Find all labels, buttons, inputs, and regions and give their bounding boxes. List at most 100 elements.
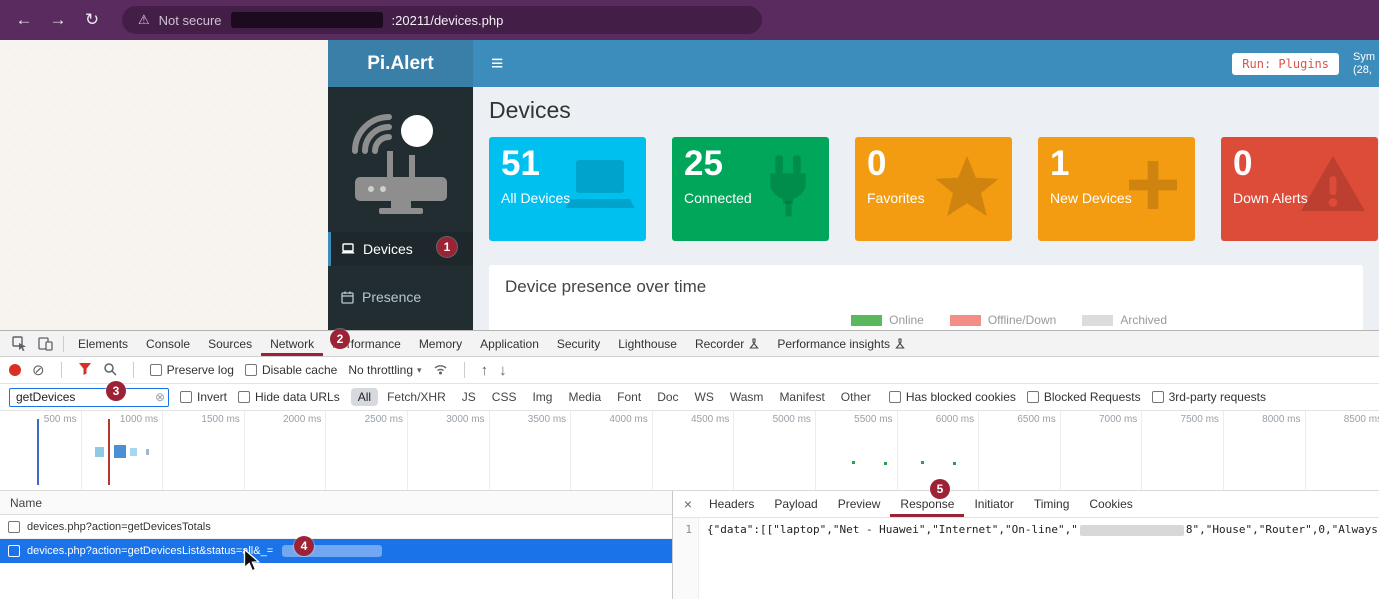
filter-type-other[interactable]: Other	[834, 388, 878, 406]
warning-triangle-icon	[1298, 153, 1368, 222]
sidebar-item-presence[interactable]: Presence	[328, 280, 473, 314]
tab-label: Lighthouse	[618, 337, 677, 351]
redacted-host	[231, 12, 383, 28]
network-filterbar: ⊗ Invert Hide data URLs All Fetch/XHR JS…	[0, 384, 1379, 411]
device-toolbar-icon[interactable]	[32, 331, 58, 356]
disable-cache-checkbox[interactable]: Disable cache	[245, 363, 337, 377]
annotation-step-5: 5	[930, 479, 950, 499]
tab-label: Network	[270, 337, 314, 351]
hide-data-urls-checkbox[interactable]: Hide data URLs	[238, 390, 340, 404]
back-icon[interactable]: ←	[14, 10, 34, 30]
tab-timing[interactable]: Timing	[1024, 491, 1080, 517]
user-info[interactable]: Sym (28,	[1353, 51, 1379, 77]
card-connected[interactable]: 25 Connected	[672, 137, 829, 241]
legend-swatch-archived	[1082, 315, 1113, 326]
chevron-down-icon: ▾	[417, 365, 422, 376]
timeline-tick: 7000 ms	[1061, 411, 1143, 490]
tab-security[interactable]: Security	[548, 331, 609, 356]
card-favorites[interactable]: 0 Favorites	[855, 137, 1012, 241]
tab-label: Memory	[419, 337, 462, 351]
forward-icon[interactable]: →	[48, 10, 68, 30]
tab-performance-insights[interactable]: Performance insights	[768, 331, 914, 356]
address-bar[interactable]: ⚠ Not secure :20211/devices.php	[122, 6, 762, 34]
tab-memory[interactable]: Memory	[410, 331, 471, 356]
filter-type-doc[interactable]: Doc	[650, 388, 685, 406]
blocked-requests-checkbox[interactable]: Blocked Requests	[1027, 390, 1141, 404]
record-button[interactable]	[9, 364, 21, 376]
tab-console[interactable]: Console	[137, 331, 199, 356]
run-plugins-button[interactable]: Run: Plugins	[1232, 53, 1339, 75]
network-overview-timeline[interactable]: 500 ms 1000 ms 1500 ms 2000 ms 2500 ms 3…	[0, 411, 1379, 491]
response-text-suffix: 8","House","Router",0,"Always on"	[1186, 523, 1379, 536]
tab-preview[interactable]: Preview	[828, 491, 891, 517]
request-checkbox[interactable]	[8, 521, 20, 533]
timeline-tick: 4000 ms	[571, 411, 653, 490]
tab-application[interactable]: Application	[471, 331, 548, 356]
filter-funnel-icon[interactable]	[78, 362, 92, 378]
card-all-devices[interactable]: 51 All Devices	[489, 137, 646, 241]
search-icon[interactable]	[103, 362, 117, 379]
tab-cookies[interactable]: Cookies	[1079, 491, 1142, 517]
request-row-selected[interactable]: devices.php?action=getDevicesList&status…	[0, 539, 672, 563]
reload-icon[interactable]: ↻	[82, 10, 102, 30]
screen: ← → ↻ ⚠ Not secure :20211/devices.php Pi…	[0, 0, 1379, 599]
filter-type-img[interactable]: Img	[525, 388, 559, 406]
invert-checkbox[interactable]: Invert	[180, 390, 227, 404]
network-conditions-icon[interactable]	[433, 363, 448, 378]
line-number-gutter: 1	[673, 518, 699, 599]
request-checkbox[interactable]	[8, 545, 20, 557]
filter-type-media[interactable]: Media	[561, 388, 608, 406]
requests-name-header[interactable]: Name	[0, 491, 672, 515]
export-har-icon[interactable]: ↓	[499, 363, 507, 378]
inspect-element-icon[interactable]	[6, 331, 32, 356]
devtools-tabbar: Elements Console Sources Network Perform…	[0, 331, 1379, 357]
card-down-alerts[interactable]: 0 Down Alerts	[1221, 137, 1378, 241]
timeline-tick: 8000 ms	[1224, 411, 1306, 490]
sidebar-toggle-icon[interactable]: ≡	[491, 53, 503, 74]
tab-sources[interactable]: Sources	[199, 331, 261, 356]
plug-icon	[757, 153, 819, 224]
resource-type-filters: All Fetch/XHR JS CSS Img Media Font Doc …	[351, 388, 878, 406]
tab-initiator[interactable]: Initiator	[964, 491, 1023, 517]
devices-laptop-icon	[341, 243, 355, 255]
import-har-icon[interactable]: ↑	[481, 363, 489, 378]
tab-label: Console	[146, 337, 190, 351]
filter-type-ws[interactable]: WS	[688, 388, 721, 406]
legend-archived[interactable]: Archived	[1082, 313, 1167, 327]
close-icon[interactable]: ×	[677, 496, 699, 512]
filter-type-all[interactable]: All	[351, 388, 378, 406]
checkbox-label: Hide data URLs	[255, 390, 340, 404]
tab-payload[interactable]: Payload	[764, 491, 827, 517]
tab-response[interactable]: Response	[890, 491, 964, 517]
timeline-tick: 1500 ms	[163, 411, 245, 490]
filter-type-manifest[interactable]: Manifest	[772, 388, 831, 406]
user-info-line2: (28,	[1353, 64, 1379, 77]
divider	[133, 362, 134, 378]
tab-lighthouse[interactable]: Lighthouse	[609, 331, 686, 356]
request-row[interactable]: devices.php?action=getDevicesTotals	[0, 515, 672, 539]
filter-type-fetch-xhr[interactable]: Fetch/XHR	[380, 388, 453, 406]
filter-type-css[interactable]: CSS	[485, 388, 524, 406]
tab-headers[interactable]: Headers	[699, 491, 764, 517]
tab-recorder[interactable]: Recorder	[686, 331, 768, 356]
timeline-tick: 4500 ms	[653, 411, 735, 490]
legend-offline[interactable]: Offline/Down	[950, 313, 1056, 327]
filter-type-js[interactable]: JS	[455, 388, 483, 406]
presence-panel: Device presence over time Online Offline…	[489, 265, 1363, 330]
tab-elements[interactable]: Elements	[69, 331, 137, 356]
brand-logo[interactable]: Pi.Alert	[328, 40, 473, 87]
clear-filter-icon[interactable]: ⊗	[155, 390, 165, 404]
card-new-devices[interactable]: 1 New Devices	[1038, 137, 1195, 241]
tab-network[interactable]: Network	[261, 331, 323, 356]
clear-icon[interactable]: ⊘	[32, 363, 45, 378]
third-party-requests-checkbox[interactable]: 3rd-party requests	[1152, 390, 1266, 404]
experiment-flask-icon	[895, 338, 905, 349]
legend-online[interactable]: Online	[851, 313, 924, 327]
has-blocked-cookies-checkbox[interactable]: Has blocked cookies	[889, 390, 1016, 404]
preserve-log-checkbox[interactable]: Preserve log	[150, 363, 234, 377]
redacted-mac-address	[1080, 525, 1184, 536]
filter-input[interactable]	[16, 390, 152, 404]
filter-type-wasm[interactable]: Wasm	[723, 388, 771, 406]
filter-type-font[interactable]: Font	[610, 388, 648, 406]
throttling-select[interactable]: No throttling ▾	[348, 363, 421, 377]
